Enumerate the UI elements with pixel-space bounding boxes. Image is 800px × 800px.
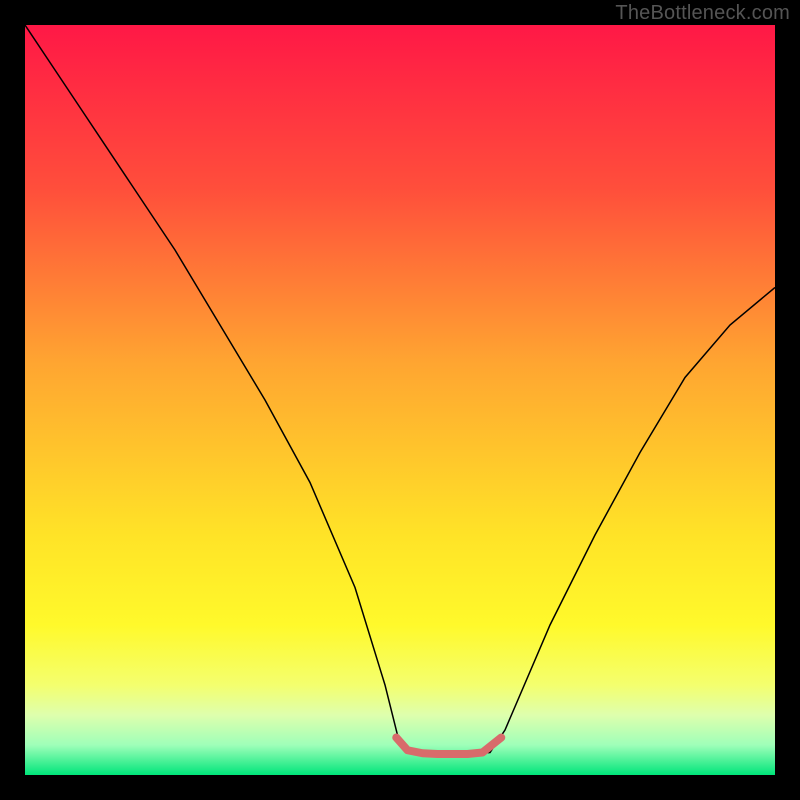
attribution-text: TheBottleneck.com xyxy=(615,2,790,25)
chart-frame: TheBottleneck.com xyxy=(0,0,800,800)
bottleneck-chart xyxy=(25,25,775,775)
gradient-background xyxy=(25,25,775,775)
plot-area xyxy=(25,25,775,775)
